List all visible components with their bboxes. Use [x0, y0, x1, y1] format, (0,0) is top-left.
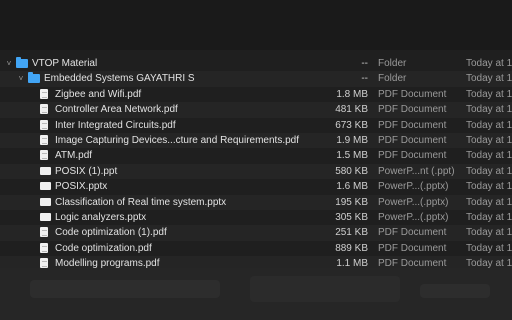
file-kind: PDF Document [378, 119, 447, 131]
pdf-file-icon [40, 227, 48, 238]
file-kind: PDF Document [378, 258, 447, 268]
blurred-shape [420, 284, 490, 298]
file-list: ˅ VTOP Material -- Folder Today at 1 ˅ Embedde… [0, 56, 512, 268]
file-kind: PDF Document [378, 104, 447, 116]
file-row[interactable]: Code optimization.pdf 889 KB PDF Document T… [0, 241, 512, 256]
file-name: POSIX.pptx [55, 181, 108, 193]
file-name: Controller Area Network.pdf [55, 104, 178, 116]
file-name: Modelling programs.pdf [55, 258, 160, 268]
pdf-file-icon [40, 88, 48, 99]
file-name: Embedded Systems GAYATHRI S [44, 73, 195, 85]
file-row[interactable]: ATM.pdf 1.5 MB PDF Document Today at 1 [0, 148, 512, 163]
file-name: ATM.pdf [55, 150, 93, 162]
file-name: Inter Integrated Circuits.pdf [55, 119, 176, 131]
file-row[interactable]: Code optimization (1).pdf 251 KB PDF Docum… [0, 225, 512, 241]
file-row[interactable]: Image Capturing Devices...cture and Requ… [0, 132, 512, 149]
file-size: 1.6 MB [336, 181, 368, 193]
folder-row[interactable]: ˅ VTOP Material -- Folder Today at 1 [0, 56, 512, 71]
ppt-file-icon [40, 212, 51, 221]
file-name: Image Capturing Devices...cture and Requ… [55, 134, 300, 146]
file-kind: PDF Document [378, 88, 447, 100]
date-modified: Today at 1 [466, 119, 512, 131]
date-modified: Today at 1 [466, 211, 512, 223]
blurred-shape [30, 280, 220, 298]
file-size: 1.8 MB [336, 88, 368, 100]
folder-icon [16, 57, 28, 68]
disclosure-chevron-icon[interactable]: ˅ [4, 56, 14, 71]
pdf-file-icon [40, 104, 48, 115]
file-size: 305 KB [335, 211, 368, 223]
file-size: 251 KB [335, 227, 368, 239]
file-size: 195 KB [335, 196, 368, 208]
file-kind: Folder [378, 58, 407, 69]
file-row[interactable]: POSIX.pptx 1.6 MB PowerP...(.pptx) Today at… [0, 179, 512, 194]
file-name: Zigbee and Wifi.pdf [55, 88, 142, 100]
ppt-file-icon [40, 166, 51, 175]
date-modified: Today at 1 [466, 242, 512, 254]
folder-row[interactable]: ˅ Embedded Systems GAYATHRI S -- Folder Toda… [0, 71, 512, 87]
file-row[interactable]: Classification of Real time system.pptx 1… [0, 194, 512, 210]
ppt-file-icon [40, 197, 51, 206]
file-kind: PowerP...(.pptx) [378, 211, 449, 223]
file-kind: Folder [378, 73, 407, 85]
date-modified: Today at 1 [466, 258, 512, 268]
finder-list-view: ˅ VTOP Material -- Folder Today at 1 ˅ Embedde… [0, 0, 512, 268]
date-modified: Today at 1 [466, 181, 512, 193]
file-kind: PDF Document [378, 242, 447, 254]
file-size: 1.5 MB [336, 150, 368, 162]
file-size: -- [361, 58, 368, 69]
file-row[interactable]: Inter Integrated Circuits.pdf 673 KB PDF D… [0, 118, 512, 133]
date-modified: Today at 1 [466, 73, 512, 85]
date-modified: Today at 1 [466, 104, 512, 116]
file-size: 580 KB [335, 165, 368, 177]
file-size: 673 KB [335, 119, 368, 131]
date-modified: Today at 1 [466, 196, 512, 208]
file-size: 1.1 MB [336, 258, 368, 268]
file-size: 481 KB [335, 104, 368, 116]
file-name: Code optimization (1).pdf [55, 227, 167, 239]
disclosure-chevron-icon[interactable]: ˅ [16, 71, 26, 86]
folder-icon [28, 72, 40, 84]
blurred-background [0, 268, 512, 320]
file-row[interactable]: Modelling programs.pdf 1.1 MB PDF Document… [0, 256, 512, 268]
file-size: 889 KB [335, 242, 368, 254]
date-modified: Today at 1 [466, 227, 512, 239]
file-kind: PowerP...(.pptx) [378, 196, 449, 208]
file-name: POSIX (1).ppt [55, 165, 118, 177]
file-row[interactable]: Zigbee and Wifi.pdf 1.8 MB PDF Document Tod… [0, 87, 512, 102]
toolbar-area [0, 0, 512, 50]
file-size: 1.9 MB [336, 134, 368, 146]
date-modified: Today at 1 [466, 150, 512, 162]
file-name: Logic analyzers.pptx [55, 211, 147, 223]
pdf-file-icon [40, 258, 48, 268]
file-name: Code optimization.pdf [55, 242, 152, 254]
date-modified: Today at 1 [466, 88, 512, 100]
file-kind: PowerP...nt (.ppt) [378, 165, 455, 177]
ppt-file-icon [40, 182, 51, 191]
file-row[interactable]: Logic analyzers.pptx 305 KB PowerP...(.ppt… [0, 210, 512, 225]
file-size: -- [361, 73, 368, 85]
date-modified: Today at 1 [466, 58, 512, 69]
pdf-file-icon [40, 119, 48, 130]
blurred-shape [250, 276, 400, 302]
date-modified: Today at 1 [466, 165, 512, 177]
file-row[interactable]: POSIX (1).ppt 580 KB PowerP...nt (.ppt) Tod… [0, 163, 512, 180]
file-name: Classification of Real time system.pptx [55, 196, 227, 208]
pdf-file-icon [40, 242, 48, 253]
file-kind: PowerP...(.pptx) [378, 181, 449, 193]
file-kind: PDF Document [378, 150, 447, 162]
file-kind: PDF Document [378, 134, 447, 146]
file-row[interactable]: Controller Area Network.pdf 481 KB PDF Doc… [0, 102, 512, 118]
file-kind: PDF Document [378, 227, 447, 239]
pdf-file-icon [40, 150, 48, 161]
file-name: VTOP Material [32, 58, 98, 69]
date-modified: Today at 1 [466, 134, 512, 146]
pdf-file-icon [40, 134, 48, 145]
